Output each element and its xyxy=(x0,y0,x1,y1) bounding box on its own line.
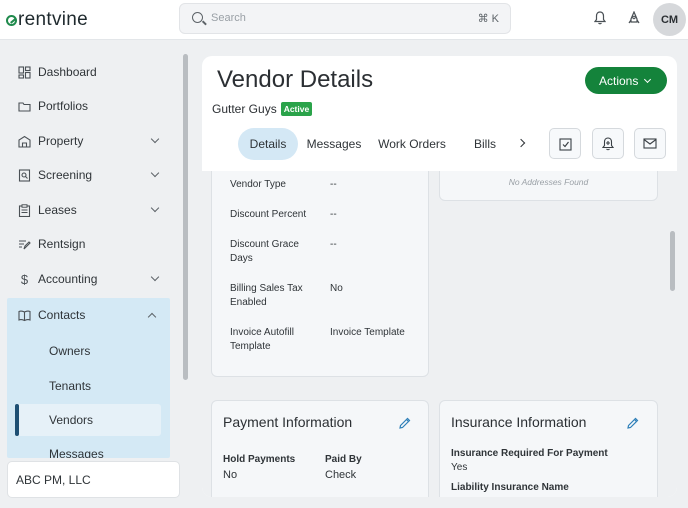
search-placeholder: Search xyxy=(211,12,246,24)
sidebar-item-portfolios[interactable]: Portfolios xyxy=(18,96,168,116)
chevron-down-icon xyxy=(150,272,160,282)
tab-messages[interactable]: Messages xyxy=(302,128,366,160)
dashboard-icon xyxy=(18,65,31,79)
actions-label: Actions xyxy=(599,73,639,88)
paid-by-value: Check xyxy=(325,469,357,481)
sidebar-item-label: Rentsign xyxy=(38,237,86,251)
task-button[interactable] xyxy=(549,128,581,159)
payment-title: Payment Information xyxy=(223,414,353,430)
chevron-right-icon[interactable] xyxy=(516,138,526,148)
detail-value: -- xyxy=(330,239,337,250)
insurance-information-panel: Insurance Information Insurance Required… xyxy=(439,400,658,497)
sidebar-subitem-owners[interactable]: Owners xyxy=(49,344,90,358)
sidebar-subitem-vendors[interactable]: Vendors xyxy=(49,413,93,427)
email-button[interactable] xyxy=(634,128,666,159)
detail-label: Vendor Type xyxy=(230,179,286,190)
sidebar-subitem-messages[interactable]: Messages xyxy=(49,447,104,458)
vendor-name-row: Gutter Guys Active xyxy=(212,102,313,116)
payment-information-panel: Payment Information Hold Payments No Pai… xyxy=(211,400,429,497)
rentvine-logo[interactable]: rentvine xyxy=(6,9,88,31)
sidebar-item-label: Contacts xyxy=(38,308,86,322)
sidebar-item-leases[interactable]: Leases xyxy=(18,200,168,220)
sidebar-scrollbar[interactable] xyxy=(183,54,188,380)
sidebar-item-label: Portfolios xyxy=(38,99,89,113)
vendor-details-panel: Vendor Type -- Discount Percent -- Disco… xyxy=(211,171,429,377)
page-title: Vendor Details xyxy=(217,66,374,93)
paid-by-label: Paid By xyxy=(325,454,362,465)
active-indicator xyxy=(15,404,19,436)
vendor-name: Gutter Guys xyxy=(212,102,277,116)
avatar[interactable]: CM xyxy=(653,3,686,36)
clipboard-icon xyxy=(18,203,31,217)
main-scrollbar[interactable] xyxy=(670,231,675,291)
detail-value: -- xyxy=(330,179,337,190)
hold-payments-value: No xyxy=(223,469,238,481)
liability-insurance-label: Liability Insurance Name xyxy=(451,482,569,493)
details-content: Vendor Type -- Discount Percent -- Disco… xyxy=(202,171,677,497)
mail-icon xyxy=(643,138,657,149)
sidebar-item-accounting[interactable]: $ Accounting xyxy=(18,269,168,289)
pencil-icon[interactable] xyxy=(627,417,639,429)
sidebar-item-contacts[interactable]: Contacts xyxy=(18,308,168,322)
sidebar-item-label: Screening xyxy=(38,168,93,182)
sidebar-item-rentsign[interactable]: Rentsign xyxy=(18,234,168,254)
chevron-down-icon xyxy=(150,134,160,144)
detail-label: Discount Grace Days xyxy=(230,239,299,264)
detail-value: -- xyxy=(330,209,337,220)
sidebar-item-label: Accounting xyxy=(38,272,98,286)
sidebar-item-dashboard[interactable]: Dashboard xyxy=(18,62,168,82)
building-icon xyxy=(18,135,31,148)
bell-icon[interactable] xyxy=(594,11,606,25)
chevron-down-icon xyxy=(150,168,160,178)
rocket-icon[interactable] xyxy=(628,11,640,25)
dollar-icon: $ xyxy=(20,271,29,287)
folder-icon xyxy=(18,101,31,112)
tab-details[interactable]: Details xyxy=(238,128,298,160)
organization-selector[interactable]: ABC PM, LLC xyxy=(7,461,180,498)
screening-icon xyxy=(18,168,31,182)
sidebar-item-screening[interactable]: Screening xyxy=(18,165,168,185)
chevron-down-icon xyxy=(643,75,652,84)
sidebar-item-label: Dashboard xyxy=(38,65,97,79)
chevron-down-icon xyxy=(150,203,160,213)
insurance-title: Insurance Information xyxy=(451,414,587,430)
sidebar-group-contacts: Contacts Owners Tenants Vendors Messages xyxy=(7,298,170,458)
detail-value: No xyxy=(330,283,343,294)
pencil-icon[interactable] xyxy=(399,417,411,429)
detail-label: Invoice Autofill Template xyxy=(230,327,294,352)
search-shortcut: ⌘ K xyxy=(477,13,499,25)
detail-value: Invoice Template xyxy=(330,327,405,338)
detail-label: Discount Percent xyxy=(230,209,307,220)
hold-payments-label: Hold Payments xyxy=(223,454,296,465)
sidebar: Dashboard Portfolios Property Screening … xyxy=(0,40,190,508)
tab-bills[interactable]: Bills xyxy=(468,128,502,160)
insurance-required-value: Yes xyxy=(451,462,468,473)
book-icon xyxy=(18,310,31,321)
search-icon xyxy=(192,12,203,23)
insurance-required-label: Insurance Required For Payment xyxy=(451,448,608,459)
status-badge: Active xyxy=(280,102,313,116)
detail-label: Billing Sales Tax Enabled xyxy=(230,283,303,308)
chevron-up-icon xyxy=(147,312,157,322)
clipboard-check-icon xyxy=(558,137,572,151)
sidebar-item-label: Leases xyxy=(38,203,77,217)
sidebar-subitem-tenants[interactable]: Tenants xyxy=(49,379,91,393)
signature-icon xyxy=(19,239,31,249)
notify-button[interactable] xyxy=(592,128,624,159)
tab-work-orders[interactable]: Work Orders xyxy=(374,128,450,160)
empty-addresses-text: No Addresses Found xyxy=(508,177,589,187)
vendor-details-card: Vendor Details Actions Gutter Guys Activ… xyxy=(202,56,677,497)
leaf-icon xyxy=(6,14,17,26)
sidebar-item-property[interactable]: Property xyxy=(18,131,168,151)
actions-button[interactable]: Actions xyxy=(585,67,667,94)
bell-plus-icon xyxy=(602,136,614,150)
top-bar: rentvine Search ⌘ K CM xyxy=(0,0,688,40)
brand-name: rentvine xyxy=(18,9,88,30)
sidebar-item-label: Property xyxy=(38,134,84,148)
addresses-panel: No Addresses Found xyxy=(439,171,658,201)
search-input[interactable]: Search ⌘ K xyxy=(179,3,511,34)
